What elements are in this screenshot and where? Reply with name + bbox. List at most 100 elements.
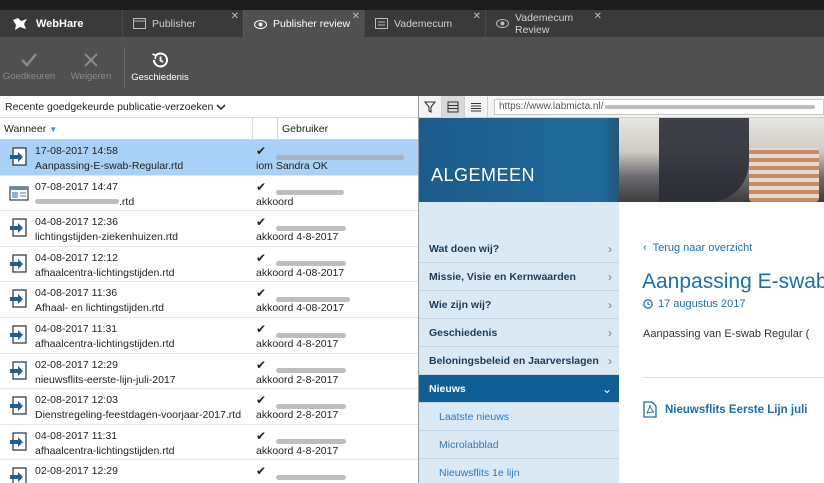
request-file: Afhaal- en lichtingstijden.rtd: [35, 302, 164, 315]
request-list[interactable]: 17-08-2017 14:58 Aanpassing-E-swab-Regul…: [0, 140, 418, 483]
split-view-button[interactable]: [442, 95, 465, 118]
list-item[interactable]: 17-08-2017 14:58 Aanpassing-E-swab-Regul…: [0, 140, 418, 176]
request-user: akkoord 4-08-2017: [256, 302, 345, 315]
filter-button[interactable]: [419, 95, 442, 118]
nav-item-label: Wat doen wij?: [429, 242, 500, 255]
filter-selected-value: Recente goedgekeurde publicatie-verzoeke…: [5, 100, 214, 113]
reject-label: Weigeren: [70, 70, 112, 82]
request-user: akkoord 4-8-2017: [256, 337, 339, 350]
website-preview: ALGEMEEN Wat doen wij? › Missie, Visie en…: [419, 118, 824, 483]
request-date: 17-08-2017 14:58: [35, 145, 118, 157]
request-date: 02-08-2017 12:03: [35, 394, 118, 407]
column-when[interactable]: Wanneer ▼: [4, 123, 57, 135]
filter-select[interactable]: Recente goedgekeurde publicatie-verzoeke…: [0, 96, 418, 118]
approve-button[interactable]: Goedkeuren: [0, 37, 58, 96]
subnav-item[interactable]: Laatste nieuws: [419, 403, 619, 431]
list-column-header: Wanneer ▼ Gebruiker: [0, 118, 418, 140]
tab-label: Publisher review: [273, 18, 351, 30]
chevron-right-icon: ›: [608, 270, 612, 284]
pdf-link-label: Nieuwsflits Eerste Lijn juli: [665, 403, 808, 416]
chevron-right-icon: ›: [608, 354, 612, 368]
tab-label: Publisher: [152, 17, 196, 30]
back-link[interactable]: ‹ Terug naar overzicht: [643, 242, 752, 254]
nav-item-label: Nieuws: [429, 382, 466, 395]
publish-document-icon: [10, 360, 27, 380]
checkmark-icon: [21, 52, 37, 67]
article-date: 17 augustus 2017: [643, 298, 745, 310]
split-view-icon: [447, 101, 459, 112]
request-file: lichtingstijden-ziekenhuizen.rtd: [35, 231, 178, 244]
list-item[interactable]: 04-08-2017 11:31 afhaalcentra-lichtingst…: [0, 424, 418, 461]
request-user: akkoord 4-8-2017: [256, 444, 339, 457]
back-link-label: Terug naar overzicht: [652, 242, 753, 254]
list-item[interactable]: 02-08-2017 12:29 ✔: [0, 460, 418, 483]
list-view-button[interactable]: [465, 95, 488, 118]
subnav-item[interactable]: Microlabblad: [419, 431, 619, 459]
nav-item[interactable]: Wat doen wij? ›: [419, 235, 619, 263]
eye-review-icon: [496, 19, 509, 28]
nav-item-active[interactable]: Nieuws ⌄: [419, 375, 619, 403]
document-list-icon: [375, 18, 388, 29]
hero-title: ALGEMEEN: [431, 165, 536, 185]
nav-item[interactable]: Geschiedenis ›: [419, 319, 619, 347]
article-content: ‹ Terug naar overzicht Aanpassing E-swab…: [619, 202, 824, 483]
chevron-right-icon: ›: [608, 298, 612, 312]
subnav-item[interactable]: Nieuwsflits 1e lijn: [419, 459, 619, 483]
nav-item[interactable]: Missie, Visie en Kernwaarden ›: [419, 263, 619, 291]
article-date-text: 17 augustus 2017: [658, 298, 746, 310]
toolbar: Goedkeuren Weigeren Geschiedenis: [0, 37, 824, 96]
history-label: Geschiedenis: [131, 71, 189, 83]
request-date: 04-08-2017 11:31: [35, 322, 118, 335]
publish-document-icon: [10, 147, 27, 166]
publish-document-icon: [10, 467, 27, 483]
pdf-download-link[interactable]: Nieuwsflits Eerste Lijn juli: [643, 401, 808, 418]
history-button[interactable]: Geschiedenis: [125, 37, 195, 96]
close-icon[interactable]: ✕: [594, 12, 602, 22]
nav-item-label: Wie zijn wij?: [429, 298, 492, 311]
url-field[interactable]: https://www.labmicta.nl/: [494, 98, 824, 115]
request-user: akkoord 2-8-2017: [256, 409, 339, 422]
column-user[interactable]: Gebruiker: [282, 123, 328, 135]
request-file: afhaalcentra-lichtingstijden.rtd: [35, 266, 175, 279]
nav-item[interactable]: Beloningsbeleid en Jaarverslagen ›: [419, 347, 619, 375]
hero-photo: [749, 148, 819, 202]
publish-document-icon: [10, 432, 27, 451]
close-icon[interactable]: ✕: [231, 12, 239, 22]
tab-vademecum[interactable]: Vademecum ✕: [364, 10, 485, 37]
tab-vademecum-review[interactable]: Vademecum Review ✕: [485, 10, 606, 37]
list-item[interactable]: 04-08-2017 12:12 afhaalcentra-lichtingst…: [0, 246, 418, 283]
list-item[interactable]: 02-08-2017 12:03 Dienstregeling-feestdag…: [0, 389, 418, 425]
list-item[interactable]: 02-08-2017 12:29 nieuwsflits-eerste-lijn…: [0, 353, 418, 390]
approved-check-icon: ✔: [256, 250, 267, 265]
approved-check-icon: ✔: [256, 393, 267, 408]
top-strip: [0, 0, 824, 10]
list-lines-icon: [471, 102, 481, 111]
publish-document-icon: [10, 396, 27, 415]
list-item[interactable]: 04-08-2017 11:36 Afhaal- en lichtingstij…: [0, 282, 418, 318]
hero-photo: [659, 118, 749, 202]
request-date: 04-08-2017 11:31: [35, 429, 118, 442]
chevron-left-icon: ‹: [643, 242, 647, 254]
request-file: Aanpassing-E-swab-Regular.rtd: [35, 160, 184, 172]
approved-check-icon: ✔: [256, 179, 267, 194]
tab-publisher[interactable]: Publisher ✕: [122, 10, 243, 37]
request-file: Dienstregeling-feestdagen-voorjaar-2017.…: [35, 409, 242, 422]
list-item[interactable]: 04-08-2017 12:36 lichtingstijden-ziekenh…: [0, 211, 418, 247]
column-divider[interactable]: [252, 118, 253, 140]
divider: [643, 377, 824, 378]
list-item[interactable]: 07-08-2017 14:47 .rtd ✔ akkoord: [0, 175, 418, 212]
nav-item[interactable]: Wie zijn wij? ›: [419, 291, 619, 319]
close-icon[interactable]: ✕: [352, 12, 360, 22]
column-when-label: Wanneer: [4, 123, 47, 135]
url-text: https://www.labmicta.nl/: [499, 101, 604, 112]
publish-document-icon: [10, 325, 27, 344]
list-item[interactable]: 04-08-2017 11:31 afhaalcentra-lichtingst…: [0, 317, 418, 354]
reject-button[interactable]: Weigeren: [58, 37, 124, 96]
approved-check-icon: ✔: [256, 357, 267, 372]
column-divider[interactable]: [277, 118, 278, 140]
request-date: 07-08-2017 14:47: [35, 180, 118, 193]
filter-funnel-icon: [424, 100, 436, 113]
request-date: 04-08-2017 11:36: [35, 287, 118, 300]
close-icon[interactable]: ✕: [473, 12, 481, 22]
tab-publisher-review[interactable]: Publisher review ✕: [243, 10, 364, 38]
